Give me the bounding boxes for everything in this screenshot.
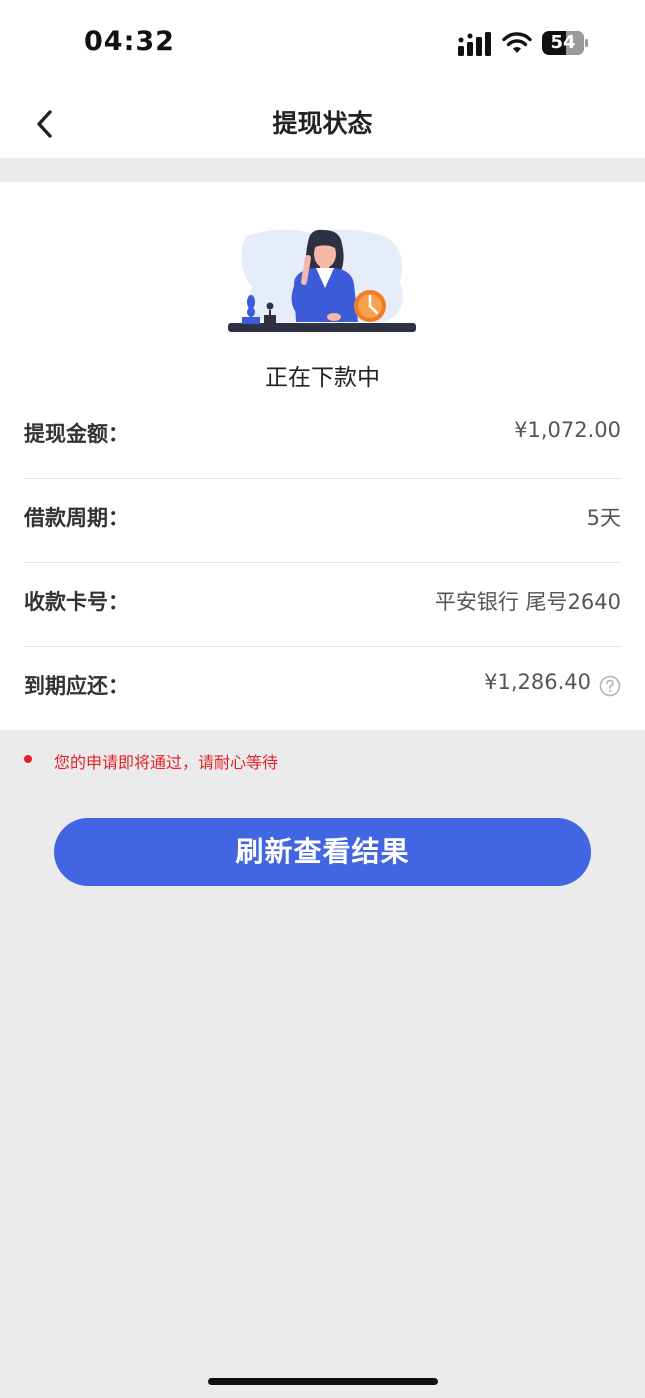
page-title: 提现状态 (272, 109, 373, 138)
refresh-result-button[interactable]: 刷新查看结果 (54, 818, 591, 886)
detail-value: 5天 (586, 506, 621, 530)
detail-value: ¥1,286.40 (484, 670, 591, 694)
detail-row-period: 借款周期： 5天 (24, 478, 621, 563)
status-time: 04:32 (84, 26, 175, 57)
question-circle-icon[interactable] (599, 675, 621, 697)
detail-value: 平安银行 尾号2640 (434, 590, 621, 614)
battery-icon: 54 (542, 31, 588, 55)
detail-label: 借款周期： (24, 506, 129, 530)
detail-row-card: 收款卡号： 平安银行 尾号2640 (24, 562, 621, 647)
header: 04:32 54 提现状态 (0, 0, 645, 158)
detail-value: ¥1,072.00 (514, 418, 621, 442)
notice-text: 您的申请即将通过，请耐心等待 (54, 753, 279, 772)
withdrawal-status-text: 正在下款中 (265, 365, 380, 391)
detail-label: 到期应还： (24, 674, 129, 698)
cellular-signal-icon (458, 32, 491, 56)
detail-row-amount: 提现金额： ¥1,072.00 (24, 394, 621, 479)
detail-label: 提现金额： (24, 422, 129, 446)
notice-dot (24, 755, 32, 763)
home-indicator[interactable] (208, 1378, 438, 1385)
woman-waiting-clock-illustration (228, 229, 416, 332)
detail-label: 收款卡号： (24, 590, 129, 614)
wifi-icon (502, 32, 532, 53)
detail-row-due: 到期应还： ¥1,286.40 (24, 646, 621, 731)
battery-level: 54 (550, 32, 576, 53)
